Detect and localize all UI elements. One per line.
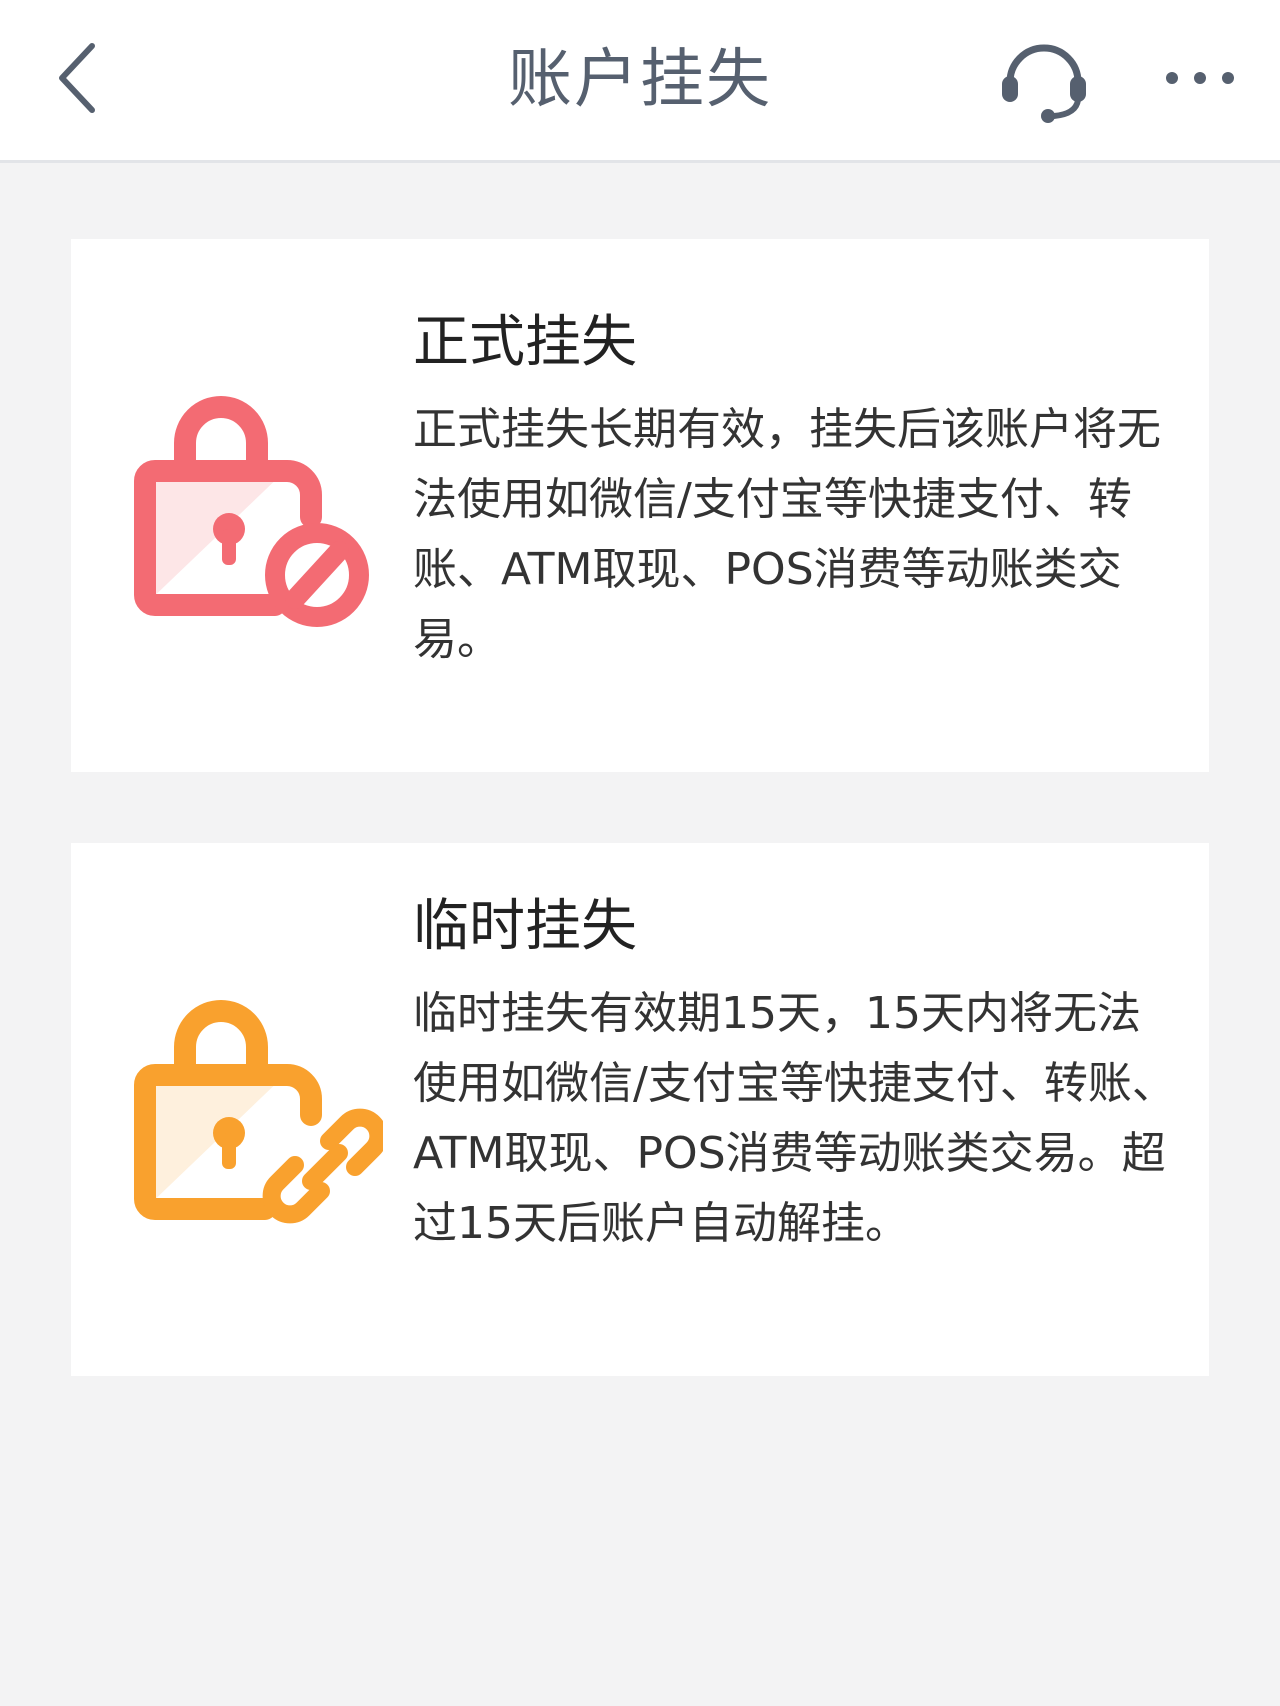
card-title: 正式挂失 [413,310,637,375]
more-dots-icon [1166,72,1234,84]
card-description: 正式挂失长期有效，挂失后该账户将无法使用如微信/支付宝等快捷支付、转账、ATM取… [413,404,1161,665]
card-description: 临时挂失有效期15天，15天内将无法使用如微信/支付宝等快捷支付、转账、ATM取… [413,988,1176,1249]
lock-forbidden-icon [115,379,383,633]
lock-link-icon [115,983,388,1237]
headset-icon [1002,44,1086,123]
top-nav-bar: 账户挂失 [0,0,1280,163]
more-options-button[interactable] [1160,58,1240,98]
temporary-loss-text: 临时挂失 临时挂失有效期15天，15天内将无法使用如微信/支付宝等快捷支付、转账… [413,885,1183,1259]
formal-loss-text: 正式挂失 正式挂失长期有效，挂失后该账户将无法使用如微信/支付宝等快捷支付、转账… [413,301,1183,675]
temporary-loss-report-card[interactable]: 临时挂失 临时挂失有效期15天，15天内将无法使用如微信/支付宝等快捷支付、转账… [71,843,1209,1376]
formal-loss-report-card[interactable]: 正式挂失 正式挂失长期有效，挂失后该账户将无法使用如微信/支付宝等快捷支付、转账… [71,239,1209,772]
card-title: 临时挂失 [413,894,637,959]
customer-service-button[interactable] [996,30,1092,126]
